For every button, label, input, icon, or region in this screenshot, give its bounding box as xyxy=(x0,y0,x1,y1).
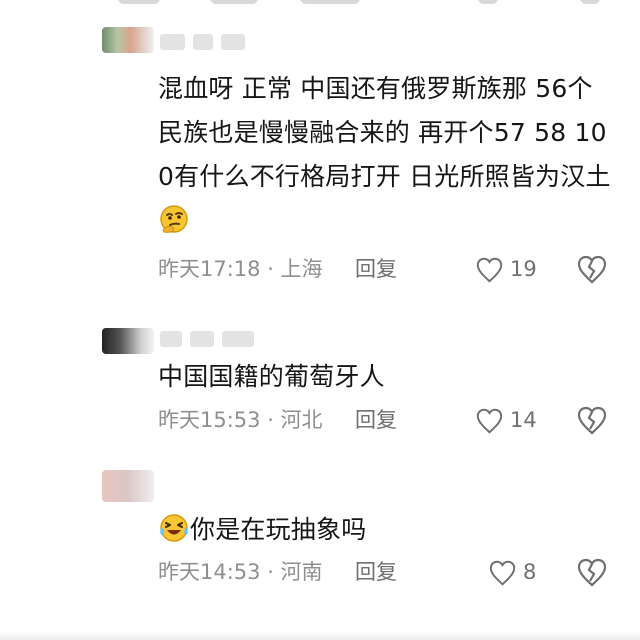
like-count: 14 xyxy=(510,408,537,432)
avatar[interactable] xyxy=(102,328,154,354)
reply-button[interactable]: 回复 xyxy=(355,405,397,435)
like-button[interactable]: 8 xyxy=(488,557,536,587)
thinking-face-icon xyxy=(160,205,188,233)
comment-meta: 昨天17:18 · 上海 xyxy=(158,257,323,281)
comment-text: 混血呀 正常 中国还有俄罗斯族那 56个民族也是慢慢融合来的 再开个57 58 … xyxy=(158,67,613,243)
comment-text-content: 中国国籍的葡萄牙人 xyxy=(158,362,385,391)
broken-heart-icon[interactable] xyxy=(576,405,608,435)
comment-text-content: 混血呀 正常 中国还有俄罗斯族那 56个民族也是慢慢融合来的 再开个57 58 … xyxy=(158,74,611,191)
comment-thread-screen: 混血呀 正常 中国还有俄罗斯族那 56个民族也是慢慢融合来的 再开个57 58 … xyxy=(0,0,640,640)
reply-button[interactable]: 回复 xyxy=(355,557,397,587)
username[interactable] xyxy=(160,34,280,52)
like-count: 8 xyxy=(523,560,537,584)
comment-meta: 昨天15:53 · 河北 xyxy=(158,408,323,432)
bottom-divider xyxy=(0,632,640,640)
heart-icon xyxy=(476,257,503,283)
heart-icon xyxy=(489,560,516,586)
comment-meta: 昨天14:53 · 河南 xyxy=(158,560,323,584)
username[interactable] xyxy=(160,331,280,349)
reply-button[interactable]: 回复 xyxy=(355,254,397,284)
broken-heart-icon[interactable] xyxy=(576,557,608,587)
laughing-crying-face-icon xyxy=(160,514,188,542)
like-count: 19 xyxy=(510,257,537,281)
comment-item: 混血呀 正常 中国还有俄罗斯族那 56个民族也是慢慢融合来的 再开个57 58 … xyxy=(0,0,640,300)
comment-text: 你是在玩抽象吗 xyxy=(158,508,613,552)
comment-text: 中国国籍的葡萄牙人 xyxy=(158,355,613,399)
avatar[interactable] xyxy=(102,27,154,53)
comment-item: 中国国籍的葡萄牙人 昨天15:53 · 河北 回复 14 xyxy=(0,300,640,460)
like-button[interactable]: 19 xyxy=(475,254,537,284)
broken-heart-icon[interactable] xyxy=(576,254,608,284)
avatar[interactable] xyxy=(102,470,154,502)
like-button[interactable]: 14 xyxy=(475,405,537,435)
heart-icon xyxy=(476,408,503,434)
comment-item: 你是在玩抽象吗 昨天14:53 · 河南 回复 8 xyxy=(0,460,640,632)
comment-text-content: 你是在玩抽象吗 xyxy=(190,515,367,544)
